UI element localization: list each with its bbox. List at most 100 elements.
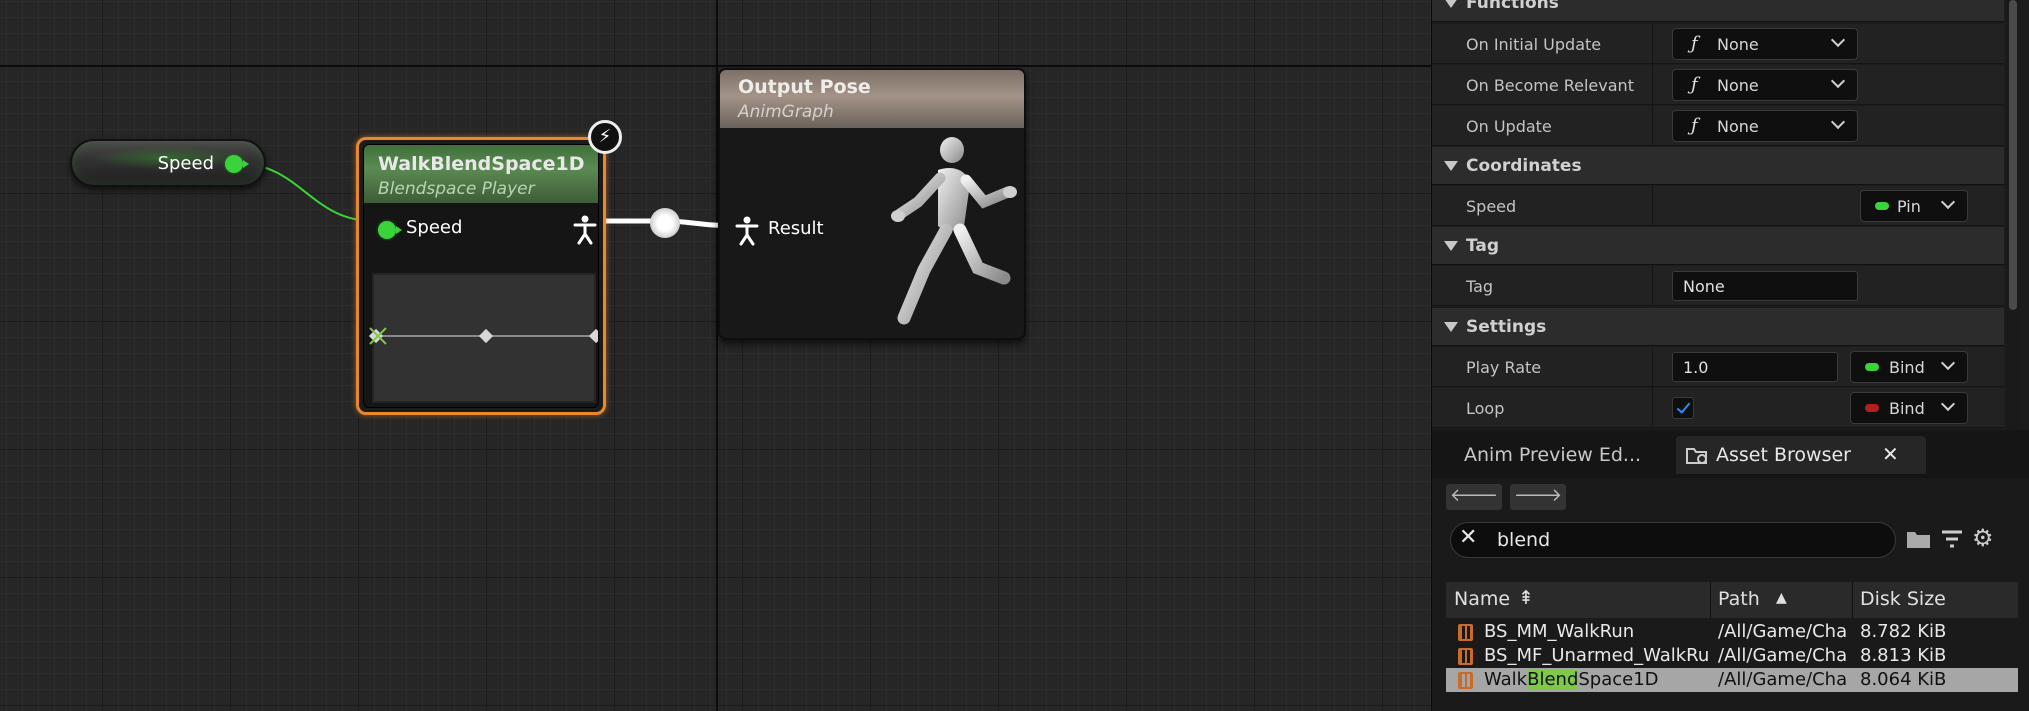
asset-search-box[interactable]: ✕ blend (1450, 522, 1896, 558)
speed-node-label: Speed (157, 153, 214, 174)
property-label: Tag (1466, 277, 1494, 296)
loop-bind-dropdown[interactable]: Bind (1850, 392, 1968, 424)
chevron-down-icon (1940, 194, 1956, 210)
property-label: Loop (1466, 399, 1505, 418)
row-on-update: On Update ƒ None (1432, 106, 2004, 146)
column-header-name[interactable]: Name (1454, 588, 1510, 610)
blendspace-speed-label: Speed (406, 217, 463, 238)
play-rate-input[interactable]: 1.0 (1672, 352, 1838, 382)
table-row-selected[interactable]: WalkBlendSpace1D /All/Game/Cha 8.064 KiB (1446, 668, 2018, 692)
scrollbar-thumb[interactable] (2009, 0, 2017, 310)
row-divider (1652, 266, 1653, 306)
blendspace-asset-icon (1458, 672, 1473, 689)
back-button[interactable]: 🡐 (1446, 484, 1502, 510)
sort-ascending-icon: ▲ (1776, 590, 1787, 606)
asset-name-part: Walk (1484, 669, 1528, 690)
forward-button[interactable]: 🡒 (1510, 484, 1566, 510)
dropdown-value: None (1717, 76, 1759, 95)
dropdown-value: Bind (1889, 358, 1925, 377)
play-rate-bind-dropdown[interactable]: Bind (1850, 351, 1968, 383)
property-label: Play Rate (1466, 358, 1542, 377)
function-icon: ƒ (1691, 74, 1698, 95)
asset-name: WalkBlendSpace1D (1484, 669, 1708, 690)
asset-size: 8.813 KiB (1860, 645, 1947, 666)
blendspace-node-body: WalkBlendSpace1D Blendspace Player Speed (363, 144, 599, 408)
on-update-dropdown[interactable]: ƒ None (1672, 110, 1858, 142)
row-divider (1652, 186, 1653, 226)
on-initial-update-dropdown[interactable]: ƒ None (1672, 28, 1858, 60)
filter-icon[interactable] (1940, 528, 1964, 550)
output-pose-node[interactable]: Output Pose AnimGraph Result (718, 68, 1026, 340)
on-become-relevant-dropdown[interactable]: ƒ None (1672, 69, 1858, 101)
wire-reroute-knot[interactable] (650, 208, 680, 238)
blendspace-asset-icon (1458, 648, 1473, 665)
settings-gear-icon[interactable]: ⚙ (1972, 524, 1994, 552)
graph-wires (235, 162, 746, 229)
folder-view-icon[interactable] (1906, 528, 1932, 550)
column-divider[interactable] (1852, 582, 1853, 618)
blendspace-speed-input-pin[interactable] (378, 221, 402, 239)
chevron-down-icon (1830, 114, 1846, 130)
tab-label: Asset Browser (1716, 444, 1851, 466)
tag-input[interactable]: None (1672, 271, 1858, 301)
anim-graph-canvas[interactable]: Speed WalkBlendSpace1D Blendspace Player… (0, 0, 1431, 711)
running-mannequin-icon (891, 137, 1017, 325)
blendspace-player-node[interactable]: WalkBlendSpace1D Blendspace Player Speed (356, 137, 606, 415)
function-icon: ƒ (1691, 33, 1698, 54)
output-pose-subtitle: AnimGraph (738, 102, 834, 122)
loop-checkbox[interactable] (1672, 397, 1694, 419)
asset-table-header: Name ⇞ Path ▲ Disk Size (1446, 582, 2018, 618)
asset-size: 8.782 KiB (1860, 621, 1947, 642)
column-header-path[interactable]: Path (1718, 588, 1760, 610)
chevron-down-icon (1830, 32, 1846, 48)
row-on-become-relevant: On Become Relevant ƒ None (1432, 65, 2004, 105)
blendspace-node-title: WalkBlendSpace1D (378, 153, 585, 175)
section-title: Settings (1466, 317, 1547, 337)
blendspace-node-header: WalkBlendSpace1D Blendspace Player (364, 145, 598, 203)
asset-path: /All/Game/Cha (1718, 645, 1848, 666)
fast-path-lightning-icon: ⚡ (588, 120, 622, 154)
column-header-disk-size[interactable]: Disk Size (1860, 588, 1946, 610)
row-divider (1652, 388, 1653, 428)
chevron-down-icon (1940, 396, 1956, 412)
float-pin-indicator (1875, 202, 1889, 210)
tab-asset-browser[interactable]: Asset Browser ✕ (1676, 436, 1926, 474)
section-settings[interactable]: Settings (1432, 308, 2004, 346)
property-label: On Update (1466, 117, 1552, 136)
speed-variable-node[interactable]: Speed (70, 139, 266, 187)
result-pin-label: Result (768, 218, 824, 239)
asset-path: /All/Game/Cha (1718, 669, 1848, 690)
asset-size: 8.064 KiB (1860, 669, 1947, 690)
details-panel: Functions On Initial Update ƒ None On Be… (1431, 0, 2029, 430)
pose-output-pin-icon[interactable] (572, 215, 598, 245)
asset-browser-folder-icon (1686, 448, 1707, 464)
row-play-rate: Play Rate 1.0 Bind (1432, 347, 2004, 387)
section-title: Tag (1466, 236, 1500, 256)
tab-anim-preview-editor[interactable]: Anim Preview Ed... (1448, 436, 1648, 474)
section-tag[interactable]: Tag (1432, 227, 2004, 265)
table-row[interactable]: BS_MF_Unarmed_WalkRu /All/Game/Cha 8.813… (1446, 644, 2018, 668)
property-label: On Initial Update (1466, 35, 1602, 54)
section-title: Coordinates (1466, 156, 1582, 176)
collapse-triangle-icon (1444, 241, 1458, 251)
details-scrollbar[interactable] (2006, 0, 2020, 430)
close-tab-icon[interactable]: ✕ (1882, 442, 1899, 466)
result-pose-pin-icon[interactable] (734, 216, 760, 246)
table-row[interactable]: BS_MM_WalkRun /All/Game/Cha 8.782 KiB (1446, 620, 2018, 644)
row-speed: Speed Pin (1432, 186, 2004, 226)
search-input[interactable]: blend (1497, 529, 1550, 551)
sort-icon: ⇞ (1518, 587, 1534, 609)
blendspace-asset-icon (1458, 624, 1473, 641)
unreal-anim-blueprint-editor: Speed WalkBlendSpace1D Blendspace Player… (0, 0, 2029, 711)
dropdown-value: None (1717, 35, 1759, 54)
dropdown-value: Pin (1897, 197, 1921, 216)
section-functions[interactable]: Functions (1432, 0, 2004, 22)
speed-output-pin[interactable] (225, 155, 249, 173)
asset-name: BS_MF_Unarmed_WalkRu (1484, 645, 1708, 666)
column-divider[interactable] (1710, 582, 1711, 618)
section-coordinates[interactable]: Coordinates (1432, 147, 2004, 185)
row-divider (1652, 347, 1653, 387)
clear-search-icon[interactable]: ✕ (1459, 525, 1477, 550)
speed-pin-dropdown[interactable]: Pin (1860, 190, 1968, 222)
row-divider (1652, 65, 1653, 105)
